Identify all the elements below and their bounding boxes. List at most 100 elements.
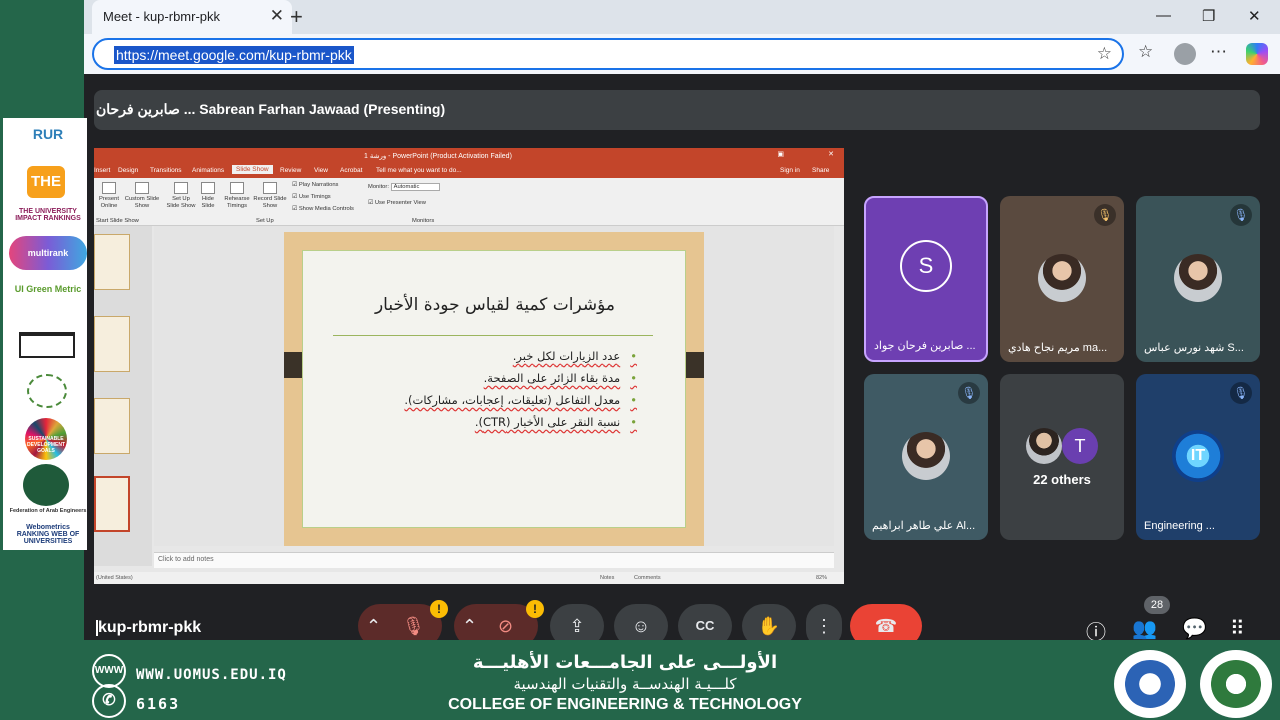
slide-canvas: مؤشرات كمية لقياس جودة الأخبار عدد الزيا…	[154, 226, 834, 546]
browser-window: Meet - kup-rbmr-pkk ✕ + — ❐ ✕ https://me…	[84, 0, 1280, 648]
multirank-logo: multirank	[9, 236, 87, 270]
ppt-tab-transitions[interactable]: Transitions	[150, 167, 182, 174]
slide-bullet: نسبة النقر على الأخبار (CTR).	[404, 415, 637, 429]
status-language: (United States)	[96, 575, 133, 581]
favorites-icon[interactable]: ☆	[1138, 42, 1153, 62]
ranking-logos-strip: RUR THE THE UNIVERSITY IMPACT RANKINGS m…	[3, 118, 87, 550]
warning-icon: !	[430, 600, 448, 618]
ppt-window-title: ورشة 1 - PowerPoint (Product Activation …	[364, 153, 512, 160]
slide[interactable]: مؤشرات كمية لقياس جودة الأخبار عدد الزيا…	[284, 232, 704, 546]
ppt-ribbon-display-icon[interactable]: ▣	[777, 150, 784, 158]
participant-tile[interactable]: 🎙 IT Engineering ...	[1136, 374, 1260, 540]
rehearse-timings-button[interactable]: Rehearse Timings	[222, 182, 252, 210]
ppt-tab-design[interactable]: Design	[118, 167, 138, 174]
record-slide-show-button[interactable]: Record Slide Show	[252, 182, 288, 210]
participant-avatar: T	[1062, 428, 1098, 464]
status-comments-button[interactable]: Comments	[634, 575, 661, 581]
restore-icon[interactable]: ❐	[1202, 7, 1215, 25]
ppt-tab-insert[interactable]: Insert	[94, 167, 110, 174]
slide-thumbnail[interactable]	[94, 234, 130, 290]
ppt-tab-animations[interactable]: Animations	[192, 167, 224, 174]
slide-bullets: عدد الزيارات لكل خبر. مدة بقاء الزائر عل…	[404, 349, 637, 437]
ppt-tab-review[interactable]: Review	[280, 167, 301, 174]
ppt-ribbon: Present Online Custom Slide Show Set Up …	[94, 178, 844, 226]
copilot-icon[interactable]	[1246, 43, 1268, 65]
arab-engineers-logo	[23, 464, 69, 506]
more-menu-icon[interactable]: ⋯	[1210, 42, 1227, 62]
participant-tile[interactable]: S صابرين فرحان جواد ...	[864, 196, 988, 362]
play-narrations-checkbox[interactable]: ☑ Play Narrations	[292, 182, 338, 189]
people-icon[interactable]: 👥	[1132, 616, 1157, 641]
seal-emblem	[1124, 660, 1176, 708]
presenter-view-checkbox[interactable]: ☑ Use Presenter View	[368, 200, 426, 207]
ppt-tab-view[interactable]: View	[314, 167, 328, 174]
captions-icon: CC	[695, 618, 715, 633]
banner-college-english: COLLEGE OF ENGINEERING & TECHNOLOGY	[448, 696, 802, 713]
participant-photo	[1026, 428, 1062, 464]
participant-tile[interactable]: 🎙 مريم نجاح هادي ma...	[1000, 196, 1124, 362]
favorite-star-icon[interactable]: ☆	[1097, 44, 1112, 64]
slide-bullet: معدل التفاعل (تعليقات، إعجابات، مشاركات)…	[404, 393, 637, 407]
custom-slide-show-button[interactable]: Custom Slide Show	[124, 182, 160, 210]
url-field[interactable]: https://meet.google.com/kup-rbmr-pkk ☆	[92, 38, 1124, 70]
participant-avatar: S	[900, 240, 952, 292]
show-media-controls-checkbox[interactable]: ☑ Show Media Controls	[292, 206, 354, 213]
present-online-button[interactable]: Present Online	[96, 182, 122, 210]
minimize-icon[interactable]: —	[1156, 7, 1171, 24]
group-set-up: Set Up	[256, 218, 274, 224]
participant-tile[interactable]: 🎙 شهد نورس عباس S...	[1136, 196, 1260, 362]
tab-strip: Meet - kup-rbmr-pkk ✕ + — ❐ ✕	[84, 0, 1280, 34]
warning-icon: !	[526, 600, 544, 618]
slide-thumbnail-active[interactable]	[94, 476, 130, 532]
others-count: 22 others	[1033, 472, 1091, 487]
apps-grid-icon[interactable]: ⠿	[1230, 616, 1245, 641]
ppt-share[interactable]: Share	[812, 167, 829, 174]
ppt-close-icon[interactable]: ✕	[828, 150, 834, 158]
group-start-slide-show: Start Slide Show	[96, 218, 139, 224]
others-tile[interactable]: T 22 others	[1000, 374, 1124, 540]
slide-bullet: مدة بقاء الزائر على الصفحة.	[404, 371, 637, 385]
ppt-status-bar: (United States) Notes Comments 82%	[94, 572, 844, 584]
new-tab-button[interactable]: +	[290, 4, 303, 30]
url-text[interactable]: https://meet.google.com/kup-rbmr-pkk	[114, 46, 354, 64]
use-timings-checkbox[interactable]: ☑ Use Timings	[292, 194, 331, 201]
it-logo-avatar: IT	[1172, 430, 1224, 482]
slide-thumbnail[interactable]	[94, 398, 130, 454]
ppt-tab-acrobat[interactable]: Acrobat	[340, 167, 362, 174]
meet-stage: صابرين فرحان ... Sabrean Farhan Jawaad (…	[84, 74, 1280, 648]
rur-logo: RUR	[32, 126, 64, 142]
ppt-tab-slide-show[interactable]: Slide Show	[232, 165, 273, 174]
close-tab-icon[interactable]: ✕	[270, 6, 284, 26]
shared-screen: ورشة 1 - PowerPoint (Product Activation …	[94, 148, 844, 584]
status-notes-button[interactable]: Notes	[600, 575, 614, 581]
notes-pane[interactable]: Click to add notes	[154, 552, 834, 568]
arab-rankings-logo	[27, 374, 67, 408]
tab-meet[interactable]: Meet - kup-rbmr-pkk ✕	[92, 0, 292, 34]
close-window-icon[interactable]: ✕	[1248, 7, 1261, 25]
participant-name: مريم نجاح هادي ma...	[1008, 342, 1108, 354]
institution-columns-logo	[19, 332, 75, 358]
ppt-tell-me[interactable]: Tell me what you want to do...	[376, 167, 462, 174]
banner-arabic-headline: الأولـــى على الجامـــعات الأهليـــة	[472, 652, 778, 673]
participant-tile[interactable]: 🎙 علي طاهر ابراهيم Al...	[864, 374, 988, 540]
group-monitors: Monitors	[412, 218, 435, 224]
presenter-label: صابرين فرحان ... Sabrean Farhan Jawaad (…	[96, 101, 446, 117]
hand-icon: ✋	[757, 616, 781, 636]
hide-slide-button[interactable]: Hide Slide	[198, 182, 218, 210]
mic-off-icon: 🎙	[958, 382, 980, 404]
emoji-icon: ☺	[631, 616, 651, 636]
webometrics-logo: Webometrics RANKING WEB OF UNIVERSITIES	[16, 524, 80, 545]
people-count-badge: 28	[1144, 596, 1170, 614]
profile-avatar[interactable]	[1174, 43, 1196, 65]
chat-icon[interactable]: 💬	[1182, 616, 1207, 641]
monitor-select[interactable]: Monitor: Automatic	[368, 183, 441, 191]
slide-thumbnail[interactable]	[94, 316, 130, 372]
the-impact-logo: THE UNIVERSITY IMPACT RANKINGS	[15, 208, 81, 222]
ppt-sign-in[interactable]: Sign in	[780, 167, 800, 174]
arab-engineers-label: Federation of Arab Engineers	[9, 508, 87, 514]
set-up-slide-show-button[interactable]: Set Up Slide Show	[166, 182, 196, 210]
participant-photo	[1174, 254, 1222, 302]
mic-off-icon: 🎙	[1094, 204, 1116, 226]
web-icon: WWW	[92, 654, 126, 688]
status-zoom[interactable]: 82%	[816, 575, 827, 581]
